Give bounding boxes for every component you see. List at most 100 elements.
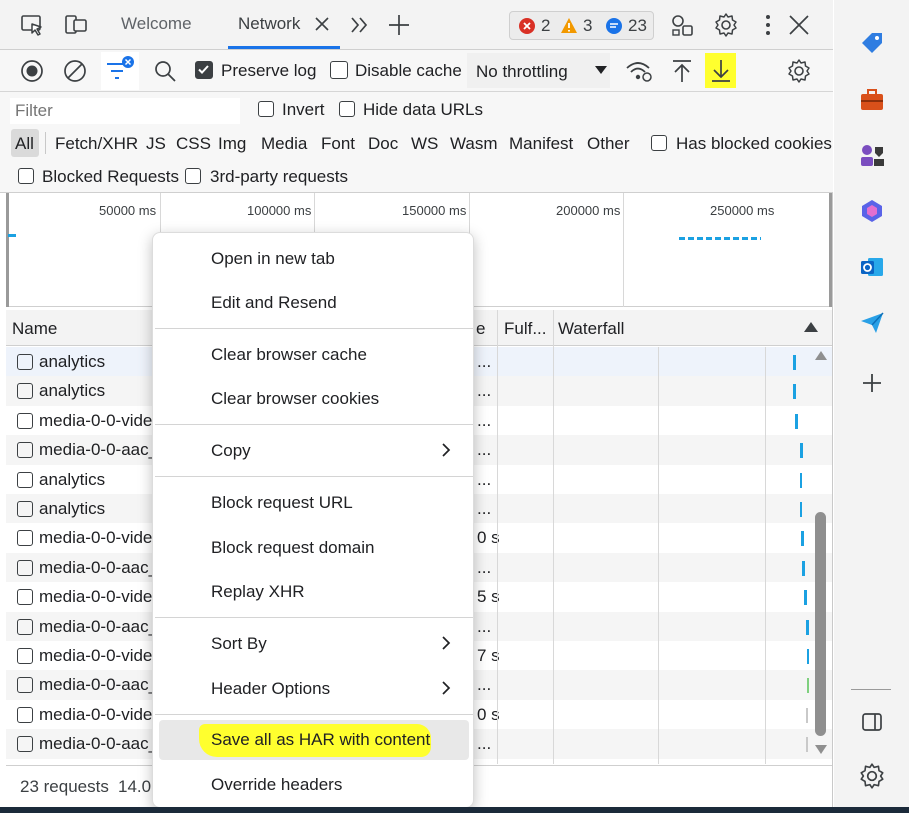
device-emulation-icon[interactable] [63,12,89,38]
row-checkbox[interactable] [17,736,33,753]
chevron-right-icon [442,636,451,650]
menu-item-edit-resend[interactable]: Edit and Resend [153,283,475,323]
column-divider[interactable] [497,310,498,764]
filter-type-font[interactable]: Font [321,134,355,154]
menu-separator [155,476,473,477]
customize-icon[interactable] [669,12,695,38]
row-checkbox[interactable] [17,677,33,694]
issues-counter[interactable]: 2 3 23 [509,11,654,40]
add-tab-icon[interactable] [386,12,412,38]
tag-icon[interactable] [858,29,886,57]
tab-network[interactable]: Network [238,14,300,34]
menu-item-block-domain[interactable]: Block request domain [153,528,475,568]
more-options-icon[interactable] [755,12,781,38]
row-checkbox[interactable] [17,706,33,723]
filter-type-css[interactable]: CSS [176,134,211,154]
menu-item-override-headers[interactable]: Override headers [153,765,475,805]
third-party-checkbox[interactable] [185,168,201,184]
menu-item-open-new-tab[interactable]: Open in new tab [153,239,475,279]
menu-item-sort-by[interactable]: Sort By [153,624,475,664]
network-conditions-icon[interactable] [625,58,653,84]
row-checkbox[interactable] [17,530,33,547]
row-checkbox[interactable] [17,354,33,370]
row-checkbox[interactable] [17,501,33,517]
tab-welcome[interactable]: Welcome [121,14,192,34]
scroll-down-icon[interactable] [815,745,827,754]
menu-item-label: Block request domain [211,538,375,557]
column-divider[interactable] [553,310,554,764]
column-header-name[interactable]: Name [12,319,57,339]
request-name: media-0-0-vide [39,704,153,724]
column-header-type[interactable]: e [476,319,485,339]
sort-ascending-icon[interactable] [804,322,818,333]
row-checkbox[interactable] [17,648,33,664]
waterfall-bar [795,414,798,429]
blocked-requests-checkbox[interactable] [18,168,34,184]
column-header-fulfilled[interactable]: Fulf... [504,319,547,339]
row-checkbox[interactable] [17,442,33,459]
filter-type-wasm[interactable]: Wasm [450,134,498,154]
disable-cache-checkbox[interactable] [330,61,348,79]
copilot-icon[interactable] [858,197,886,225]
waterfall-bar [806,737,808,752]
request-name: analytics [39,352,106,371]
row-checkbox[interactable] [17,559,33,576]
taskbar-strip [0,807,909,813]
menu-item-label: Save all as HAR with content [211,730,431,749]
sidebar-toggle-icon[interactable] [858,708,886,736]
filter-input[interactable] [10,98,240,124]
column-header-waterfall[interactable]: Waterfall [558,319,624,339]
preserve-log-checkbox[interactable] [195,61,213,79]
row-checkbox[interactable] [17,383,33,400]
request-type-cell: ... [477,675,492,695]
menu-item-copy[interactable]: Copy [153,431,475,471]
filter-type-img[interactable]: Img [218,134,246,154]
send-icon[interactable] [858,309,886,337]
hide-data-urls-checkbox[interactable] [339,101,355,117]
invert-label: Invert [282,100,325,119]
filter-type-fetch-xhr[interactable]: Fetch/XHR [55,134,138,154]
row-checkbox[interactable] [17,471,33,488]
outlook-icon[interactable] [858,253,886,281]
menu-item-clear-cache[interactable]: Clear browser cache [153,335,475,375]
menu-item-replay-xhr[interactable]: Replay XHR [153,572,475,612]
scroll-up-icon[interactable] [815,351,827,360]
filter-type-js[interactable]: JS [146,134,166,154]
import-har-icon[interactable] [669,58,695,84]
row-checkbox[interactable] [17,589,33,606]
menu-item-label: Clear browser cache [211,345,367,364]
menu-item-clear-cookies[interactable]: Clear browser cookies [153,379,475,419]
close-devtools-icon[interactable] [786,12,812,38]
row-checkbox[interactable] [17,412,33,429]
search-icon[interactable] [152,58,178,84]
invert-checkbox[interactable] [258,101,274,117]
record-icon[interactable] [19,58,45,84]
filter-toggle-button[interactable] [101,52,139,90]
filter-type-other[interactable]: Other [587,134,630,154]
request-name: media-0-0-vide [39,410,153,430]
filter-type-manifest[interactable]: Manifest [509,134,573,154]
settings-gear-icon[interactable] [713,12,739,38]
export-har-button[interactable] [705,53,736,88]
filter-type-all[interactable]: All [11,129,39,157]
toolbox-icon[interactable] [858,86,886,114]
menu-item-header-options[interactable]: Header Options [153,669,475,709]
games-icon[interactable] [858,141,886,169]
clear-icon[interactable] [62,58,88,84]
close-tab-icon[interactable] [312,14,332,34]
filter-type-media[interactable]: Media [261,134,307,154]
menu-item-save-har[interactable]: Save all as HAR with content [159,720,469,760]
waterfall-bar [793,384,796,399]
add-icon[interactable] [858,369,886,397]
filter-type-doc[interactable]: Doc [368,134,398,154]
has-blocked-cookies-checkbox[interactable] [651,135,667,151]
network-settings-icon[interactable] [786,58,812,84]
row-checkbox[interactable] [17,618,33,635]
more-tabs-icon[interactable] [347,12,373,38]
menu-item-block-url[interactable]: Block request URL [153,483,475,523]
inspect-element-icon[interactable] [19,12,45,38]
settings-gear-icon[interactable] [858,762,886,790]
throttling-select[interactable]: No throttling [467,53,610,88]
filter-type-ws[interactable]: WS [411,134,438,154]
scrollbar-thumb[interactable] [815,512,826,736]
